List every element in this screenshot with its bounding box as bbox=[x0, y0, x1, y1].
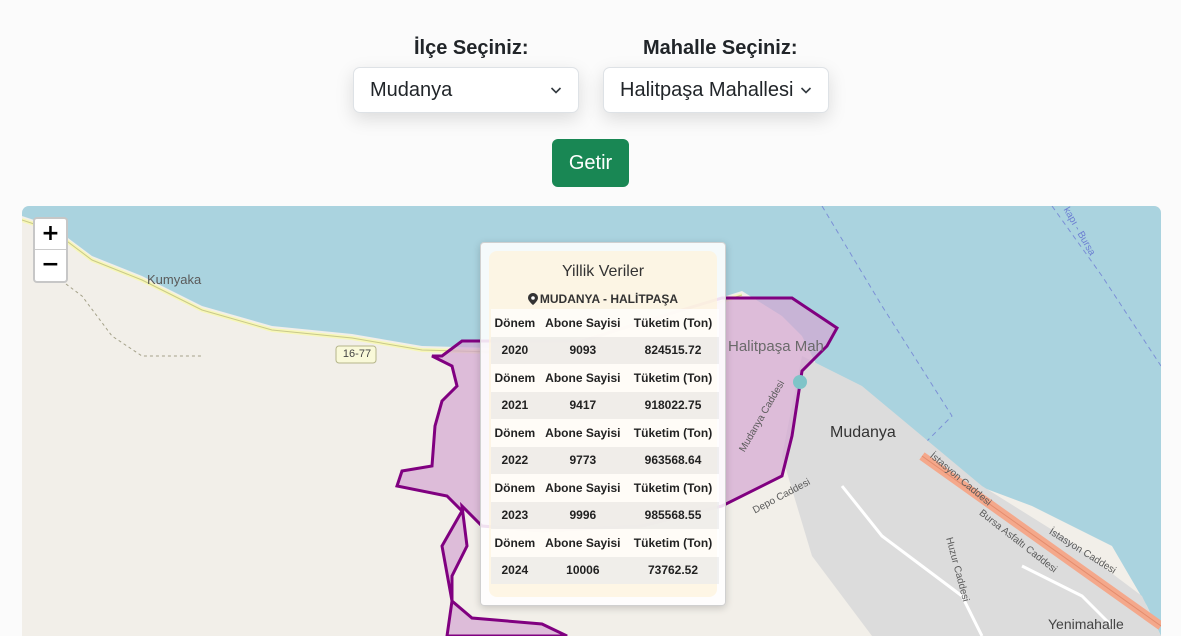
subscribers-cell: 9996 bbox=[538, 501, 628, 529]
table-header-row: Dönem Abone Sayisi Tüketim (Ton) bbox=[491, 529, 719, 557]
subscribers-cell: 10006 bbox=[538, 556, 628, 584]
halitpasa-label: Halitpaşa Mah bbox=[728, 338, 824, 355]
neighborhood-select[interactable]: Halitpaşa Mahallesi bbox=[603, 67, 829, 113]
district-selected-value: Mudanya bbox=[370, 78, 453, 101]
table-row: 2023 9996 985568.55 bbox=[491, 501, 719, 529]
period-cell: 2024 bbox=[491, 556, 539, 584]
popup-location: MUDANYA - HALİTPAŞA bbox=[489, 292, 717, 306]
chevron-down-icon bbox=[800, 87, 812, 94]
col-consumption-header: Tüketim (Ton) bbox=[627, 364, 719, 392]
period-cell: 2021 bbox=[491, 391, 539, 419]
kumyaka-label: Kumyaka bbox=[147, 272, 202, 287]
table-header-row: Dönem Abone Sayisi Tüketim (Ton) bbox=[491, 309, 719, 337]
mudanya-label: Mudanya bbox=[830, 424, 896, 441]
subscribers-cell: 9417 bbox=[538, 391, 628, 419]
period-cell: 2020 bbox=[491, 336, 539, 364]
consumption-cell: 73762.52 bbox=[627, 556, 719, 584]
getir-button[interactable]: Getir bbox=[552, 139, 629, 187]
annual-data-table: Dönem Abone Sayisi Tüketim (Ton) 2020 9093 8… bbox=[491, 309, 719, 584]
col-period-header: Dönem bbox=[491, 474, 539, 502]
col-consumption-header: Tüketim (Ton) bbox=[627, 419, 719, 447]
table-header-row: Dönem Abone Sayisi Tüketim (Ton) bbox=[491, 419, 719, 447]
table-row: 2022 9773 963568.64 bbox=[491, 446, 719, 474]
filter-form: İlçe Seçiniz: Mudanya Mahalle Seçiniz: H… bbox=[0, 0, 1181, 200]
yenimahalle-label: Yenimahalle bbox=[1048, 616, 1124, 632]
popup-title: Yillik Veriler bbox=[561, 263, 645, 280]
col-period-header: Dönem bbox=[491, 529, 539, 557]
annual-data-popup: Yillik Veriler MUDANYA - HALİTPAŞA Dönem… bbox=[480, 242, 726, 606]
subscribers-cell: 9093 bbox=[538, 336, 628, 364]
consumption-cell: 985568.55 bbox=[627, 501, 719, 529]
popup-content: Yillik Veriler MUDANYA - HALİTPAŞA Dönem… bbox=[489, 251, 719, 597]
poi-marker bbox=[793, 375, 807, 389]
period-cell: 2022 bbox=[491, 446, 539, 474]
table-row: 2024 10006 73762.52 bbox=[491, 556, 719, 584]
col-period-header: Dönem bbox=[491, 419, 539, 447]
period-cell: 2023 bbox=[491, 501, 539, 529]
col-consumption-header: Tüketim (Ton) bbox=[627, 529, 719, 557]
zoom-in-button[interactable]: + bbox=[35, 219, 66, 250]
col-consumption-header: Tüketim (Ton) bbox=[627, 309, 719, 337]
road-shield-label: 16-77 bbox=[342, 348, 372, 360]
consumption-cell: 963568.64 bbox=[627, 446, 719, 474]
district-select[interactable]: Mudanya bbox=[353, 67, 579, 113]
zoom-control: + − bbox=[33, 217, 68, 283]
col-consumption-header: Tüketim (Ton) bbox=[627, 474, 719, 502]
neighborhood-selected-value: Halitpaşa Mahallesi bbox=[620, 78, 794, 101]
col-subscribers-header: Abone Sayisi bbox=[538, 309, 628, 337]
consumption-cell: 918022.75 bbox=[627, 391, 719, 419]
col-subscribers-header: Abone Sayisi bbox=[538, 529, 628, 557]
consumption-cell: 824515.72 bbox=[627, 336, 719, 364]
table-row: 2021 9417 918022.75 bbox=[491, 391, 719, 419]
col-subscribers-header: Abone Sayisi bbox=[538, 474, 628, 502]
table-header-row: Dönem Abone Sayisi Tüketim (Ton) bbox=[491, 474, 719, 502]
col-subscribers-header: Abone Sayisi bbox=[538, 419, 628, 447]
chevron-down-icon bbox=[550, 87, 562, 94]
table-row: 2020 9093 824515.72 bbox=[491, 336, 719, 364]
neighborhood-label: Mahalle Seçiniz: bbox=[643, 37, 798, 59]
col-period-header: Dönem bbox=[491, 309, 539, 337]
table-header-row: Dönem Abone Sayisi Tüketim (Ton) bbox=[491, 364, 719, 392]
col-period-header: Dönem bbox=[491, 364, 539, 392]
popup-location-text: MUDANYA - HALİTPAŞA bbox=[539, 292, 679, 306]
district-label: İlçe Seçiniz: bbox=[414, 37, 529, 59]
zoom-out-button[interactable]: − bbox=[35, 250, 66, 280]
map-pin-icon bbox=[527, 293, 538, 305]
col-subscribers-header: Abone Sayisi bbox=[538, 364, 628, 392]
subscribers-cell: 9773 bbox=[538, 446, 628, 474]
